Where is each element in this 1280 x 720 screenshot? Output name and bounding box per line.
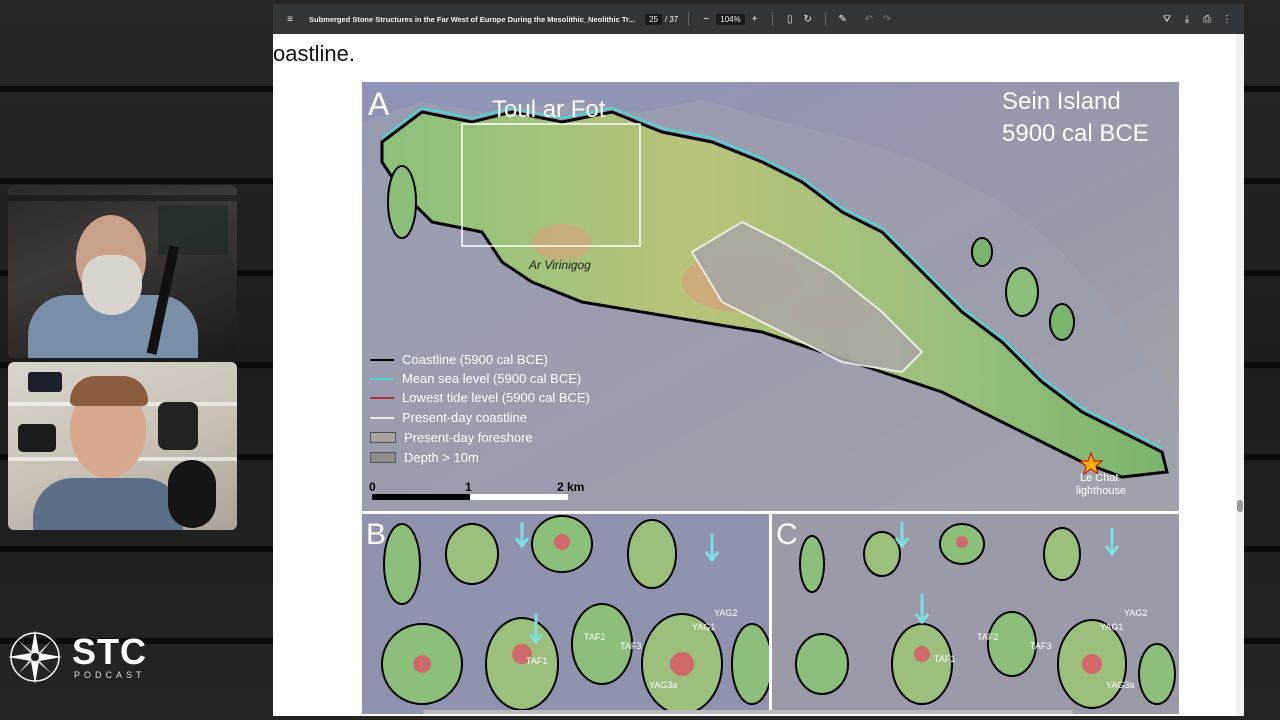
figure-panel-c: C TAF2 TAF3 TAF1 YAG1 YAG2 YAG3a	[772, 514, 1179, 714]
lighthouse-label-2: lighthouse	[1076, 485, 1127, 497]
zoom-out-button[interactable]: −	[699, 12, 713, 26]
compass-rose-icon	[8, 630, 62, 684]
logo-subtitle: PODCAST	[74, 670, 146, 680]
page-number-input[interactable]: 25	[645, 13, 662, 25]
site-label: YAG2	[1124, 608, 1148, 618]
site-label: YAG1	[692, 622, 716, 632]
scale-tick-2: 2 km	[557, 480, 585, 494]
stc-podcast-logo: STC PODCAST	[6, 628, 147, 686]
site-label: YAG3a	[1106, 680, 1135, 690]
legend-label: Present-day coastline	[402, 410, 528, 425]
zoom-level-input[interactable]: 104%	[716, 13, 745, 25]
site-label: TAF2	[584, 632, 606, 642]
rotate-icon[interactable]: ↻	[801, 12, 815, 26]
legend-swatch	[370, 432, 396, 443]
lighthouse-label-1: Le Chat	[1080, 472, 1119, 484]
legend-label: Coastline (5900 cal BCE)	[402, 352, 548, 367]
fit-page-icon[interactable]: ▯	[783, 12, 797, 26]
figure-panel-b: B TAF2 TAF3 TAF1 YAG1 YAG2 YAG3a	[362, 514, 769, 714]
site-label: TAF2	[977, 632, 999, 642]
legend-item: Coastline (5900 cal BCE)	[370, 352, 548, 367]
panel-letter-c: C	[776, 518, 798, 551]
page-total: / 37	[664, 14, 679, 24]
map-b-image	[362, 514, 769, 714]
annotate-icon[interactable]: ✎	[836, 12, 850, 26]
pdf-toolbar: ≡ Submerged Stone Structures in the Far …	[273, 4, 1244, 34]
undo-icon[interactable]: ↶	[862, 12, 876, 26]
document-title: Submerged Stone Structures in the Far We…	[309, 14, 635, 24]
legend-swatch	[370, 452, 396, 463]
legend-item: Mean sea level (5900 cal BCE)	[370, 371, 581, 386]
legend-swatch	[370, 358, 394, 361]
figure-panel-a: A Toul ar Fot Sein Island 5900 cal BCE A…	[362, 82, 1179, 511]
scale-tick-0: 0	[369, 480, 376, 494]
drive-icon[interactable]: ⛛	[1160, 12, 1174, 26]
zoom-in-button[interactable]: +	[748, 12, 762, 26]
redo-icon[interactable]: ↷	[880, 12, 894, 26]
site-label: TAF1	[526, 656, 548, 666]
site-label: TAF3	[620, 641, 642, 651]
menu-icon[interactable]: ≡	[283, 12, 297, 26]
download-icon[interactable]: ⤓	[1180, 12, 1194, 26]
pdf-viewer: ≡ Submerged Stone Structures in the Far …	[273, 4, 1244, 716]
legend-label: Depth > 10m	[404, 450, 479, 465]
legend-swatch	[370, 416, 394, 419]
map-title-line2: 5900 cal BCE	[1002, 120, 1149, 147]
legend-swatch	[370, 396, 394, 399]
site-label: TAF1	[934, 654, 956, 664]
vertical-scrollbar[interactable]	[1236, 34, 1244, 716]
site-label: YAG2	[714, 608, 738, 618]
logo-title: STC	[72, 631, 147, 672]
scrollbar-thumb[interactable]	[1237, 500, 1243, 512]
legend-swatch	[370, 377, 394, 380]
legend-item: Present-day foreshore	[370, 430, 533, 445]
more-options-icon[interactable]: ⋮	[1220, 12, 1234, 26]
scale-tick-1: 1	[465, 480, 472, 494]
legend-label: Lowest tide level (5900 cal BCE)	[402, 390, 590, 405]
area-label: Ar Virinigog	[529, 258, 591, 272]
webcam-host	[8, 185, 237, 358]
legend-label: Present-day foreshore	[404, 430, 533, 445]
page-heading-fragment: oastline.	[273, 41, 355, 66]
horizontal-scrollbar[interactable]	[423, 710, 1073, 714]
map-title-line1: Sein Island	[1002, 88, 1121, 115]
print-icon[interactable]: ⎙	[1200, 12, 1214, 26]
inset-title: Toul ar Fot	[492, 96, 606, 123]
legend-item: Depth > 10m	[370, 450, 479, 465]
site-label: YAG3a	[649, 680, 678, 690]
panel-letter-b: B	[366, 518, 387, 551]
site-label: YAG1	[1100, 622, 1124, 632]
panel-letter-a: A	[368, 86, 390, 122]
legend-item: Lowest tide level (5900 cal BCE)	[370, 390, 590, 405]
legend-label: Mean sea level (5900 cal BCE)	[402, 371, 582, 386]
legend-item: Present-day coastline	[370, 410, 527, 425]
webcam-guest	[8, 362, 237, 530]
site-label: TAF3	[1030, 641, 1052, 651]
